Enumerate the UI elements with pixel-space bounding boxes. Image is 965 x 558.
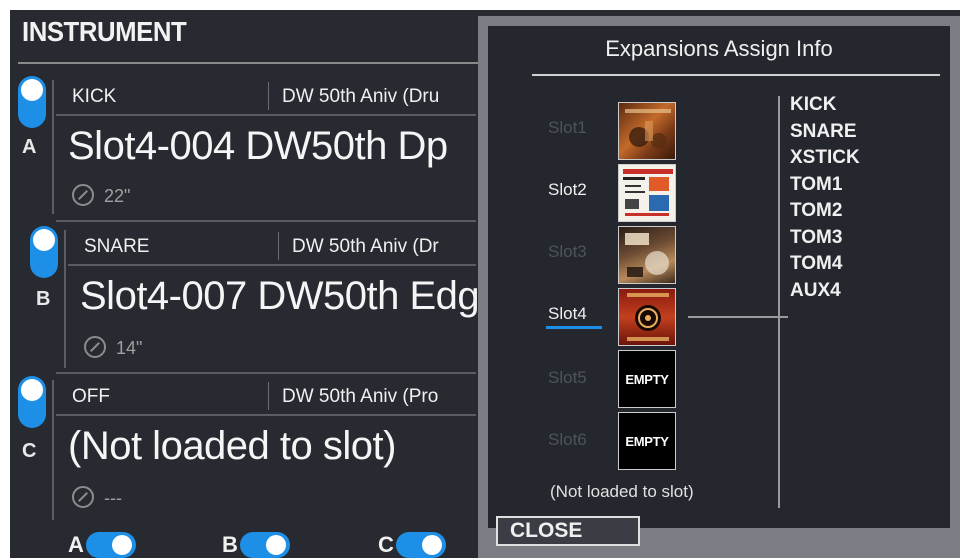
row-c-toggle[interactable] bbox=[18, 376, 46, 428]
kit-art-icon bbox=[623, 169, 673, 216]
empty-label: EMPTY bbox=[625, 371, 669, 387]
separator bbox=[268, 82, 269, 110]
size-icon bbox=[84, 336, 106, 358]
sample-name[interactable]: Slot4-004 DW50th Dp bbox=[68, 124, 448, 169]
sample-name[interactable]: (Not loaded to slot) bbox=[68, 424, 396, 469]
row-letter: B bbox=[36, 288, 51, 310]
slot-5-thumbnail: EMPTY bbox=[618, 350, 676, 408]
assigned-item: TOM4 bbox=[790, 253, 843, 274]
assigned-item: XSTICK bbox=[790, 147, 860, 168]
row-divider bbox=[56, 414, 476, 416]
row-divider-v bbox=[52, 80, 54, 214]
size-icon bbox=[72, 486, 94, 508]
row-b-toggle[interactable] bbox=[30, 226, 58, 278]
row-divider bbox=[68, 264, 476, 266]
slot-6-thumbnail: EMPTY bbox=[618, 412, 676, 470]
panel-title: INSTRUMENT bbox=[22, 16, 187, 47]
row-divider bbox=[56, 220, 476, 222]
size-value: --- bbox=[104, 488, 122, 508]
toggle-b[interactable] bbox=[240, 532, 290, 558]
toggle-knob bbox=[33, 229, 55, 251]
slot-link-line bbox=[688, 316, 788, 318]
instrument-name[interactable]: KICK bbox=[72, 86, 116, 108]
slot-label: Slot6 bbox=[548, 430, 587, 449]
sample-name[interactable]: Slot4-007 DW50th Edge bbox=[80, 274, 501, 319]
not-loaded-note: (Not loaded to slot) bbox=[550, 482, 694, 501]
dialog-title-divider bbox=[532, 74, 940, 76]
separator bbox=[268, 382, 269, 410]
kit-name[interactable]: DW 50th Aniv (Dru bbox=[282, 86, 439, 108]
row-divider-v bbox=[52, 380, 54, 520]
row-letter: C bbox=[22, 440, 37, 462]
kit-art-icon bbox=[627, 293, 669, 341]
row-divider bbox=[56, 372, 476, 374]
dialog-body: Expansions Assign Info Slot1 Slot2 Slot3… bbox=[488, 26, 950, 528]
kit-name[interactable]: DW 50th Aniv (Pro bbox=[282, 386, 438, 408]
slot-label: Slot5 bbox=[548, 368, 587, 387]
slot-1-thumbnail bbox=[618, 102, 676, 160]
slot-2-thumbnail bbox=[618, 164, 676, 222]
kit-name[interactable]: DW 50th Aniv (Dr bbox=[292, 236, 439, 258]
toggle-knob bbox=[112, 535, 132, 555]
assigned-item: SNARE bbox=[790, 120, 857, 142]
size-value: 22" bbox=[104, 186, 131, 206]
bottom-toggle-bar: A B C bbox=[10, 530, 480, 558]
toggle-a[interactable] bbox=[86, 532, 136, 558]
assigned-item: KICK bbox=[790, 94, 837, 115]
kit-art-icon bbox=[625, 109, 671, 149]
row-letter: A bbox=[22, 136, 37, 158]
screen: INSTRUMENT A KICK DW 50th Aniv (Dru Slot… bbox=[10, 10, 960, 558]
close-button[interactable]: CLOSE bbox=[496, 516, 640, 546]
toggle-knob bbox=[21, 79, 43, 101]
assigned-instrument-list: KICK SNARE XSTICK TOM1 TOM2 TOM3 TOM4 AU… bbox=[790, 92, 860, 304]
assigned-item: TOM2 bbox=[790, 200, 843, 221]
toggle-knob bbox=[266, 535, 286, 555]
row-a-toggle[interactable] bbox=[18, 76, 46, 128]
row-divider-v bbox=[64, 230, 66, 368]
row-divider bbox=[56, 114, 476, 116]
separator bbox=[278, 232, 279, 260]
expansions-assign-dialog: Expansions Assign Info Slot1 Slot2 Slot3… bbox=[478, 16, 960, 558]
title-divider bbox=[18, 62, 478, 64]
assigned-item: TOM3 bbox=[790, 226, 843, 248]
size-value: 14" bbox=[116, 338, 143, 358]
active-slot-indicator bbox=[546, 326, 602, 329]
empty-label: EMPTY bbox=[625, 433, 669, 449]
slot-3-thumbnail bbox=[618, 226, 676, 284]
slot-label: Slot1 bbox=[548, 118, 587, 137]
assigned-item: TOM1 bbox=[790, 173, 843, 195]
toggle-knob bbox=[21, 379, 43, 401]
toggle-label-a: A bbox=[68, 532, 84, 557]
instrument-name[interactable]: SNARE bbox=[84, 236, 149, 258]
toggle-label-c: C bbox=[378, 532, 394, 557]
slot-label: Slot2 bbox=[548, 180, 587, 199]
slot-label: Slot4 bbox=[548, 304, 587, 323]
toggle-label-b: B bbox=[222, 532, 238, 557]
dialog-title: Expansions Assign Info bbox=[605, 36, 833, 61]
kit-art-icon bbox=[625, 233, 669, 277]
assign-bracket-line bbox=[778, 96, 780, 508]
instrument-name[interactable]: OFF bbox=[72, 386, 110, 408]
slot-4-thumbnail bbox=[618, 288, 676, 346]
assigned-item: AUX4 bbox=[790, 279, 841, 301]
size-icon bbox=[72, 184, 94, 206]
slot-label: Slot3 bbox=[548, 242, 587, 261]
toggle-knob bbox=[422, 535, 442, 555]
toggle-c[interactable] bbox=[396, 532, 446, 558]
